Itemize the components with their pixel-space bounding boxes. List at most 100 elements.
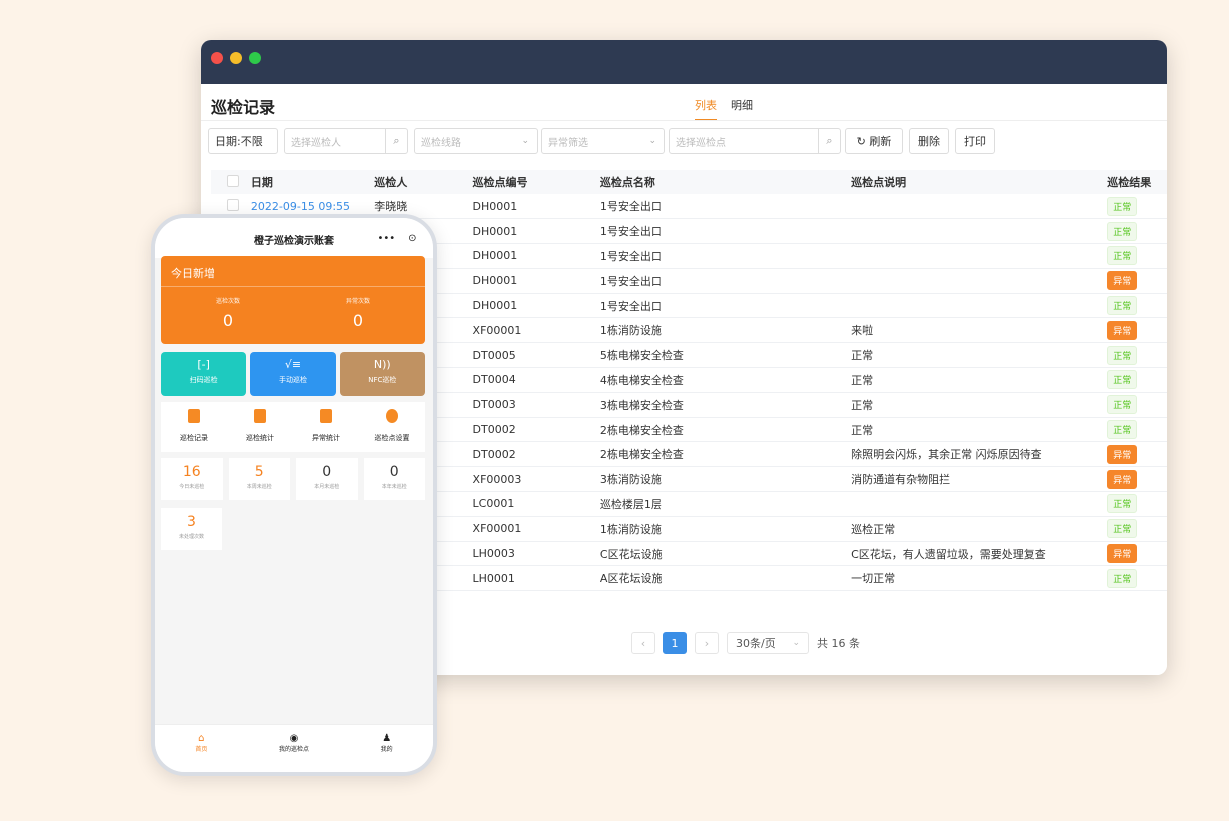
tab-detail[interactable]: 明细 — [731, 97, 753, 121]
close-window-button[interactable] — [211, 52, 223, 64]
person-filter-input[interactable]: 选择巡检人 ⌕ — [284, 128, 408, 154]
menu-item-abnormal-stats[interactable]: 异常统计 — [293, 402, 359, 452]
status-badge: 正常 — [1107, 494, 1138, 514]
tab-list[interactable]: 列表 — [695, 97, 717, 121]
page-size-select[interactable]: 30条/页 ⌄ — [727, 632, 809, 654]
select-all-checkbox[interactable] — [227, 174, 239, 187]
abnormal-select-placeholder: 异常筛选 — [548, 137, 588, 149]
route-select[interactable]: 巡检线路 ⌄ — [414, 128, 538, 154]
cell-code: XF00001 — [472, 317, 600, 344]
print-button[interactable]: 打印 — [955, 128, 995, 154]
column-header-result[interactable]: 巡检结果 — [1107, 170, 1167, 194]
mobile-header: 橙子巡检演示账套 ••• ⊙ — [155, 218, 433, 258]
chevron-down-icon: ⌄ — [521, 136, 529, 146]
stat-label: 巡检次数 — [215, 298, 240, 305]
scan-inspect-button[interactable]: [-] 扫码巡检 — [161, 352, 247, 396]
count-year-uninspected[interactable]: 0 本年未巡检 — [363, 458, 425, 500]
status-badge: 正常 — [1107, 420, 1138, 440]
count-value: 5 — [254, 464, 264, 480]
cell-result: 异常 — [1107, 466, 1167, 493]
checklist-icon: √≡ — [284, 358, 302, 371]
more-icon[interactable]: ••• — [377, 233, 395, 244]
column-header-desc[interactable]: 巡检点说明 — [851, 170, 1108, 194]
refresh-button[interactable]: ↻ 刷新 — [845, 128, 903, 154]
search-icon[interactable]: ⌕ — [385, 129, 407, 153]
mini-program-capsule: ••• ⊙ — [371, 229, 423, 247]
cell-code: XF00003 — [472, 466, 600, 493]
cell-result: 正常 — [1107, 243, 1167, 269]
count-value: 0 — [389, 464, 399, 480]
point-filter-input[interactable]: 选择巡检点 ⌕ — [669, 128, 841, 154]
cell-result: 正常 — [1107, 218, 1167, 245]
cell-desc — [851, 194, 1108, 220]
page-title: 巡检记录 — [211, 98, 276, 117]
maximize-window-button[interactable] — [249, 52, 261, 64]
cell-result: 异常 — [1107, 541, 1167, 567]
count-today-uninspected[interactable]: 16 今日未巡检 — [161, 458, 223, 500]
menu-item-point-settings[interactable]: 巡检点设置 — [359, 402, 425, 452]
cell-desc: 正常 — [851, 417, 1108, 443]
status-badge: 正常 — [1107, 221, 1138, 241]
page-number-button[interactable]: 1 — [663, 632, 687, 654]
row-checkbox[interactable] — [227, 198, 239, 211]
column-header-person[interactable]: 巡检人 — [374, 170, 473, 194]
cell-desc: 正常 — [851, 392, 1108, 418]
close-icon[interactable]: ⊙ — [408, 233, 416, 244]
date-filter[interactable]: 日期:不限 — [208, 128, 278, 154]
status-badge: 正常 — [1107, 296, 1138, 316]
today-title: 今日新增 — [171, 267, 215, 280]
status-badge: 异常 — [1107, 544, 1138, 564]
tabbar-home[interactable]: ⌂ 首页 — [155, 725, 248, 772]
cell-result: 正常 — [1107, 194, 1167, 220]
cell-name: A区花坛设施 — [599, 565, 852, 592]
abnormal-stats-icon — [320, 409, 332, 423]
column-header-date[interactable]: 日期 — [250, 170, 375, 194]
abnormal-select[interactable]: 异常筛选 ⌄ — [541, 128, 665, 154]
status-badge: 正常 — [1107, 370, 1138, 390]
nfc-inspect-button[interactable]: N)) NFC巡检 — [339, 352, 425, 396]
menu-label: 异常统计 — [312, 434, 340, 442]
cell-desc: 正常 — [851, 342, 1108, 369]
stat-label: 异常次数 — [345, 298, 370, 305]
scan-icon: [-] — [197, 358, 210, 371]
cell-desc: 除照明会闪烁，其余正常 闪烁原因待查 — [851, 441, 1108, 468]
status-badge: 异常 — [1107, 320, 1138, 340]
manual-inspect-button[interactable]: √≡ 手动巡检 — [250, 352, 336, 396]
tabbar-mine[interactable]: ♟ 我的 — [340, 725, 433, 772]
tabbar-label: 我的巡检点 — [279, 746, 310, 753]
chevron-down-icon: ⌄ — [792, 638, 800, 648]
cell-code: LH0001 — [472, 565, 600, 592]
today-stat-abnormal: 异常次数 0 — [313, 296, 403, 330]
minimize-window-button[interactable] — [230, 52, 242, 64]
tabbar-my-points[interactable]: ◉ 我的巡检点 — [248, 725, 341, 772]
pending-counts: 16 今日未巡检 5 本周未巡检 0 本月未巡检 0 本年未巡检 — [161, 458, 425, 500]
cell-name: 2栋电梯安全检查 — [599, 417, 852, 443]
menu-item-statistics[interactable]: 巡检统计 — [227, 402, 293, 452]
inspection-actions: [-] 扫码巡检 √≡ 手动巡检 N)) NFC巡检 — [161, 352, 425, 396]
count-unhandled[interactable]: 3 未处理次数 — [161, 508, 222, 550]
count-label: 本周未巡检 — [246, 484, 272, 490]
cell-desc: C区花坛，有人遗留垃圾，需要处理复查 — [851, 541, 1108, 567]
search-icon[interactable]: ⌕ — [818, 129, 840, 153]
next-page-button[interactable]: › — [695, 632, 719, 654]
count-month-uninspected[interactable]: 0 本月未巡检 — [296, 458, 358, 500]
menu-item-records[interactable]: 巡检记录 — [161, 402, 227, 452]
column-header-name[interactable]: 巡检点名称 — [599, 170, 852, 194]
action-label: 扫码巡检 — [189, 376, 218, 384]
route-select-placeholder: 巡检线路 — [421, 137, 461, 149]
count-label: 今日未巡检 — [179, 484, 205, 490]
count-label: 本年未巡检 — [381, 484, 407, 490]
today-summary-card: 今日新增 巡检次数 0 异常次数 0 — [161, 256, 425, 344]
cell-code: DH0001 — [472, 243, 600, 269]
cell-result: 异常 — [1107, 317, 1167, 344]
window-titlebar — [201, 40, 1167, 84]
table-header-row: 日期 巡检人 巡检点编号 巡检点名称 巡检点说明 巡检结果 — [211, 170, 1167, 194]
cell-name: 2栋电梯安全检查 — [599, 441, 852, 468]
delete-button[interactable]: 删除 — [909, 128, 949, 154]
tabbar-label: 首页 — [195, 746, 208, 753]
pagination: ‹ 1 › 30条/页 ⌄ 共 16 条 — [631, 632, 860, 654]
prev-page-button[interactable]: ‹ — [631, 632, 655, 654]
column-header-code[interactable]: 巡检点编号 — [472, 170, 600, 194]
cell-name: 1号安全出口 — [599, 293, 852, 319]
count-week-uninspected[interactable]: 5 本周未巡检 — [228, 458, 290, 500]
